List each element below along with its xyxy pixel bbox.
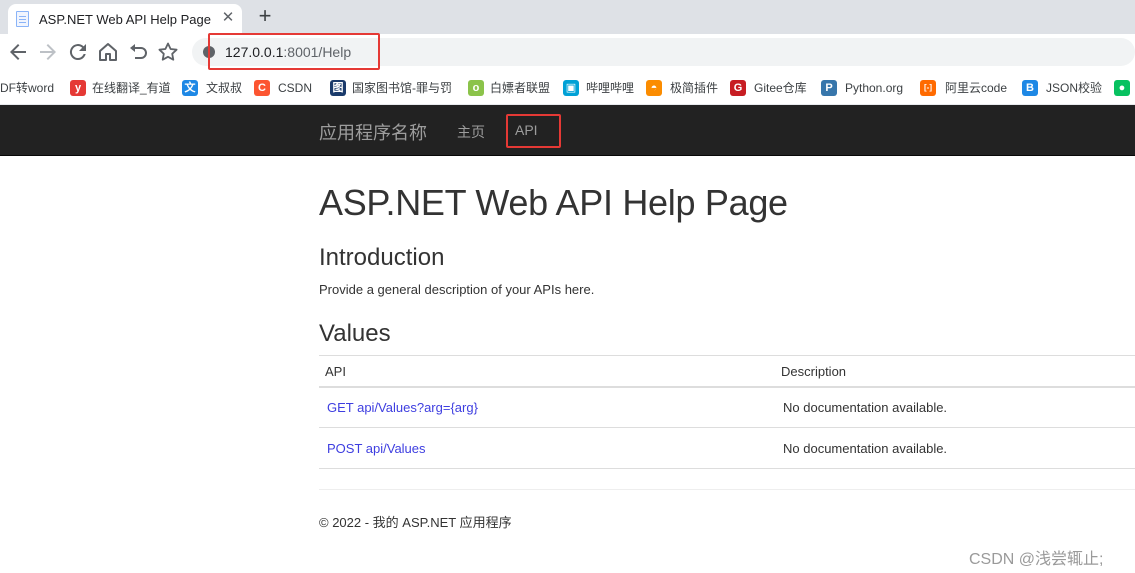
baipiao-icon[interactable]: o	[468, 80, 484, 96]
introduction-text: Provide a general description of your AP…	[319, 282, 595, 297]
page-favicon-icon	[16, 11, 29, 27]
youdao-icon[interactable]: y	[70, 80, 86, 96]
api-column-header: API	[325, 364, 346, 379]
close-tab-icon[interactable]: ✕	[220, 10, 236, 26]
values-heading: Values	[319, 320, 391, 347]
footer-text: © 2022 - 我的 ASP.NET 应用程序	[319, 515, 512, 530]
reload-icon[interactable]	[66, 40, 90, 64]
footer-divider	[319, 489, 1135, 490]
aliyun-icon[interactable]: [-]	[920, 80, 936, 96]
api-link[interactable]: GET api/Values?arg={arg}	[327, 400, 478, 415]
api-link[interactable]: POST api/Values	[327, 441, 426, 456]
bookmark-item[interactable]: 文叔叔	[206, 79, 242, 97]
tab-strip: ASP.NET Web API Help Page ✕ +	[0, 0, 1135, 34]
wenshushu-icon[interactable]: 文	[182, 80, 198, 96]
jijian-icon[interactable]: ◓	[646, 80, 662, 96]
wechat-icon[interactable]: ●	[1114, 80, 1130, 96]
bookmark-item[interactable]: 国家图书馆-罪与罚	[352, 79, 452, 97]
bookmark-item[interactable]: 哔哩哔哩	[586, 79, 634, 97]
api-description: No documentation available.	[783, 400, 948, 415]
api-annotation-box	[506, 114, 561, 148]
bookmark-item[interactable]: 白嫖者联盟	[490, 79, 550, 97]
watermark: CSDN @浅尝辄止;	[969, 551, 1104, 568]
bookmark-item[interactable]: 阿里云code	[945, 79, 1007, 97]
api-description: No documentation available.	[783, 441, 948, 456]
undo-icon[interactable]	[126, 40, 150, 64]
bookmark-item[interactable]: 在线翻译_有道	[92, 79, 171, 97]
forward-arrow-icon[interactable]	[36, 40, 60, 64]
row-divider	[319, 468, 1135, 469]
bookmark-item[interactable]: 极简插件	[670, 79, 718, 97]
bookmark-item[interactable]: CSDN	[278, 79, 312, 97]
bookmark-item[interactable]: Gitee仓库	[754, 79, 807, 97]
nav-link-home[interactable]: 主页	[457, 122, 485, 142]
app-brand[interactable]: 应用程序名称	[319, 119, 427, 145]
introduction-heading: Introduction	[319, 244, 445, 271]
python-icon[interactable]: P	[821, 80, 837, 96]
row-divider	[319, 427, 1135, 428]
star-icon[interactable]	[156, 40, 180, 64]
table-top-border	[319, 355, 1135, 356]
library-icon[interactable]: 图	[330, 80, 346, 96]
bookmarks-bar: DF转word y 在线翻译_有道文文叔叔 C CSDN 图国家图书馆-罪与罚 o 白嫖者联盟…	[0, 70, 1135, 105]
new-tab-button[interactable]: +	[254, 4, 276, 28]
bookmark-item[interactable]: JSON校验	[1046, 79, 1102, 97]
gitee-icon[interactable]: G	[730, 80, 746, 96]
page-title: ASP.NET Web API Help Page	[319, 182, 788, 223]
home-icon[interactable]	[96, 40, 120, 64]
bookmark-item[interactable]: DF转word	[0, 79, 54, 97]
bilibili-icon[interactable]: ▣	[563, 80, 579, 96]
app-navbar: 应用程序名称 主页 API	[0, 105, 1135, 156]
bookmark-item[interactable]: Python.org	[845, 79, 903, 97]
browser-tab[interactable]: ASP.NET Web API Help Page ✕	[8, 4, 242, 34]
url-annotation-box	[208, 33, 380, 70]
description-column-header: Description	[781, 364, 847, 379]
json-icon[interactable]: B	[1022, 80, 1038, 96]
tab-title: ASP.NET Web API Help Page	[39, 12, 211, 27]
browser-toolbar: 127.0.0.1:8001/Help	[0, 34, 1135, 70]
table-header-border	[319, 386, 1135, 388]
csdn-icon[interactable]: C	[254, 80, 270, 96]
back-arrow-icon[interactable]	[6, 40, 30, 64]
